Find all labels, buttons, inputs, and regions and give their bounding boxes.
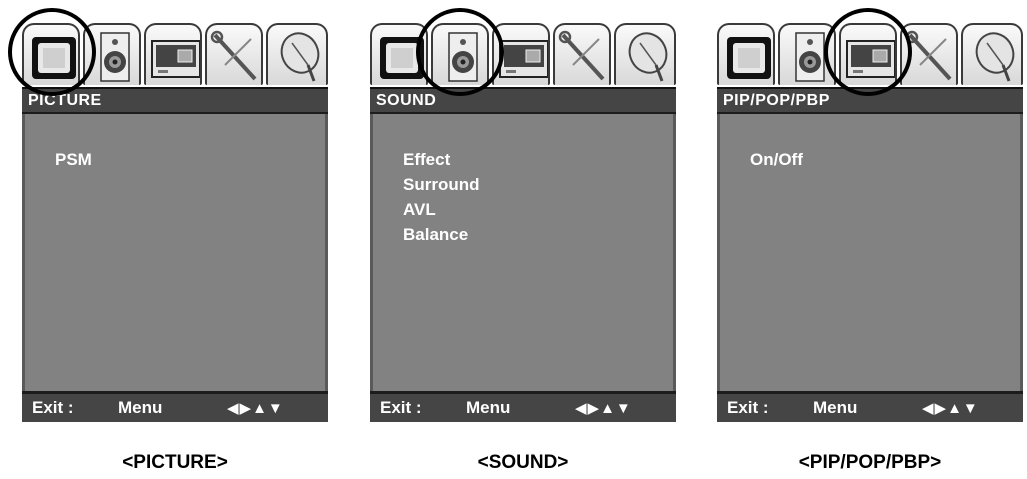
menu-panel-sound: SOUND Effect Surround AVL Balance Exit :… bbox=[370, 8, 676, 422]
menu-item-on-off[interactable]: On/Off bbox=[750, 147, 803, 172]
tab-channel[interactable] bbox=[961, 23, 1023, 85]
tab-setup[interactable] bbox=[205, 23, 263, 85]
tab-picture[interactable] bbox=[717, 23, 775, 85]
menu-item-avl[interactable]: AVL bbox=[403, 197, 480, 222]
tab-channel[interactable] bbox=[614, 23, 676, 85]
menu-footer: Exit : Menu ◀▶▲▼ bbox=[370, 391, 676, 422]
highlight-circle bbox=[8, 8, 96, 96]
menu-body: On/Off bbox=[717, 114, 1023, 391]
menu-title: PICTURE bbox=[28, 92, 102, 109]
menu-body: Effect Surround AVL Balance bbox=[370, 114, 676, 391]
tv-icon bbox=[727, 37, 771, 79]
menu-key-label: Menu bbox=[813, 398, 858, 417]
exit-label: Exit : bbox=[727, 398, 769, 417]
menu-item-effect[interactable]: Effect bbox=[403, 147, 480, 172]
exit-label: Exit : bbox=[380, 398, 422, 417]
menu-panel-picture: PICTURE PSM Exit : Menu ◀▶▲▼ bbox=[8, 8, 328, 422]
navigation-arrows-icon: ◀▶▲▼ bbox=[575, 400, 632, 417]
highlight-circle bbox=[416, 8, 504, 96]
caption-pip: <PIP/POP/PBP> bbox=[798, 452, 942, 473]
highlight-circle bbox=[824, 8, 912, 96]
tab-channel[interactable] bbox=[266, 23, 328, 85]
tab-pip[interactable] bbox=[144, 23, 202, 85]
menu-item-surround[interactable]: Surround bbox=[403, 172, 480, 197]
caption-picture: <PICTURE> bbox=[122, 452, 228, 473]
menu-footer: Exit : Menu ◀▶▲▼ bbox=[717, 391, 1023, 422]
menu-item-balance[interactable]: Balance bbox=[403, 222, 480, 247]
menu-panel-pip: PIP/POP/PBP On/Off Exit : Menu ◀▶▲▼ bbox=[717, 8, 1023, 422]
wrench-icon bbox=[558, 30, 605, 81]
wrench-icon bbox=[210, 30, 257, 81]
menu-footer: Exit : Menu ◀▶▲▼ bbox=[22, 391, 328, 422]
menu-key-label: Menu bbox=[118, 398, 163, 417]
exit-label: Exit : bbox=[32, 398, 74, 417]
caption-sound: <SOUND> bbox=[477, 452, 569, 473]
pip-screen-icon bbox=[151, 40, 200, 78]
tab-setup[interactable] bbox=[553, 23, 611, 85]
menu-item-psm[interactable]: PSM bbox=[55, 147, 92, 172]
navigation-arrows-icon: ◀▶▲▼ bbox=[227, 400, 284, 417]
navigation-arrows-icon: ◀▶▲▼ bbox=[922, 400, 979, 417]
satellite-dish-icon bbox=[975, 32, 1015, 82]
menu-title: PIP/POP/PBP bbox=[723, 92, 830, 109]
satellite-dish-icon bbox=[628, 32, 668, 82]
menu-title: SOUND bbox=[376, 92, 437, 109]
menu-body: PSM bbox=[22, 114, 328, 391]
menu-title-bar: SOUND bbox=[370, 87, 676, 114]
satellite-dish-icon bbox=[280, 32, 320, 82]
menu-key-label: Menu bbox=[466, 398, 511, 417]
